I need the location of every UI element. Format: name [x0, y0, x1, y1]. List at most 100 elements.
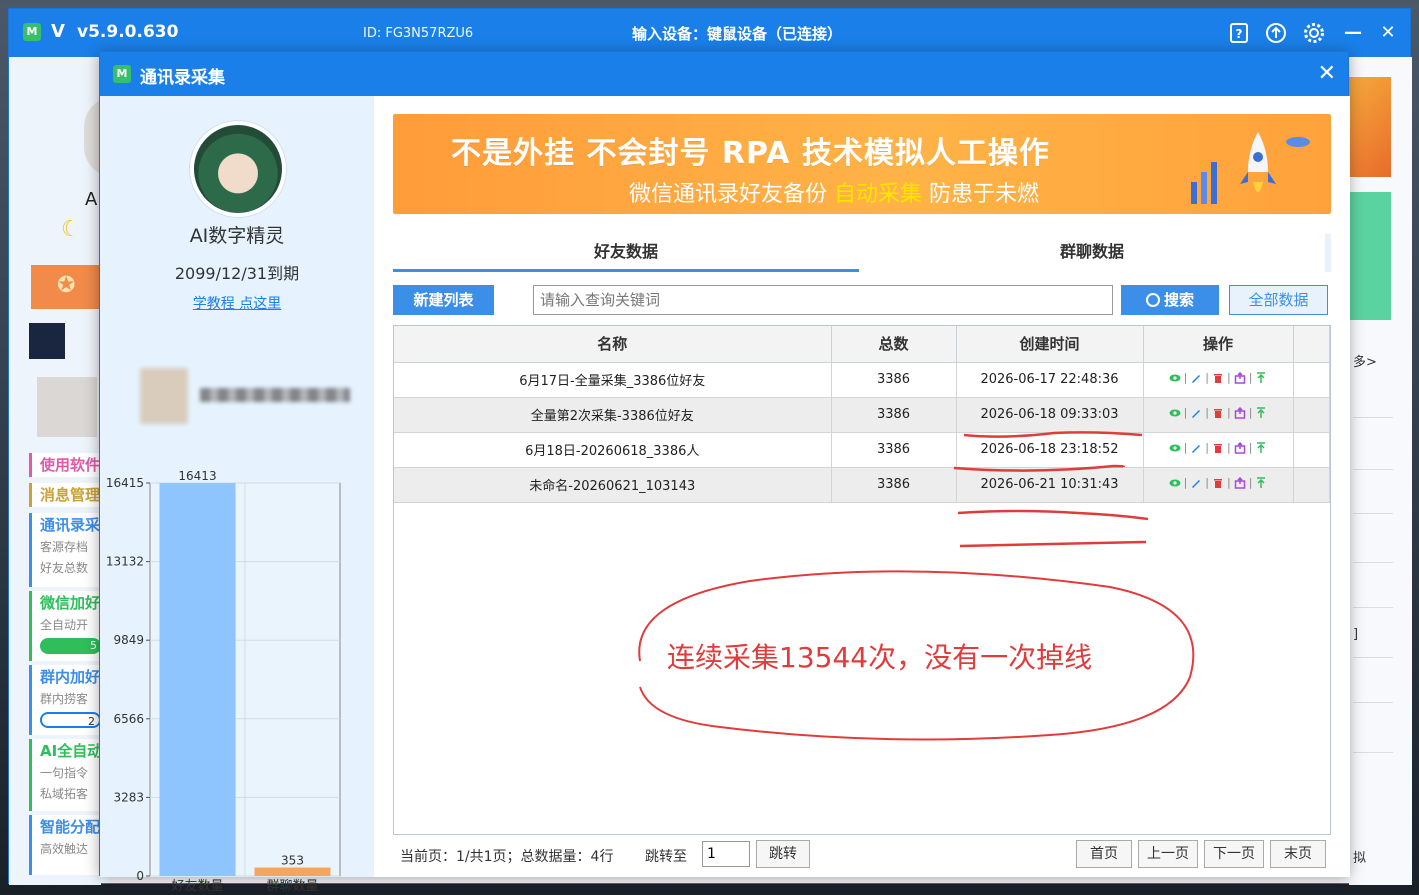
dialog-logo-icon: M: [113, 65, 131, 83]
next-page-button[interactable]: 下一页: [1204, 840, 1264, 868]
sidebar-item-smart-assign[interactable]: 智能分配 高效触达: [29, 815, 101, 875]
right-fragment-text: ]: [1353, 627, 1359, 642]
export-icon[interactable]: [1234, 371, 1246, 384]
stats-chart: 0 3283 6566 9849 13132 16415 16413 好友数量 353 群聊数量: [100, 469, 374, 894]
cell-created: 2026-06-17 22:48:36: [956, 362, 1144, 398]
account-thumbnail-blurred[interactable]: [37, 377, 97, 437]
sidebar-item-message[interactable]: 消息管理: [29, 483, 101, 507]
cell-created: 2026-06-18 09:33:03: [956, 397, 1144, 433]
chart-bar: [159, 483, 236, 876]
search-icon: [1145, 293, 1160, 307]
sidebar-item-add-friends[interactable]: 微信加好 全自动开 5: [29, 591, 101, 661]
search-button-label: 搜索: [1163, 291, 1194, 309]
promo-fragment[interactable]: [1349, 192, 1391, 320]
moon-icon: ☾: [61, 217, 81, 242]
edit-pencil-icon[interactable]: [1190, 407, 1202, 419]
edit-pencil-icon[interactable]: [1190, 372, 1202, 384]
cell-total: 3386: [831, 432, 957, 468]
new-list-button[interactable]: 新建列表: [393, 285, 494, 315]
chart-bar: [254, 867, 331, 876]
table-row[interactable]: 6月18日-20260618_3386人 3386 2026-06-18 23:…: [394, 432, 1330, 468]
col-header-total: 总数: [831, 326, 957, 363]
main-user-initial: A: [85, 189, 98, 210]
first-page-button[interactable]: 首页: [1076, 840, 1132, 868]
tab-group-data[interactable]: 群聊数据: [859, 234, 1325, 272]
bar-value-label: 353: [281, 854, 304, 868]
table-row[interactable]: 6月17日-全量采集_3386位好友 3386 2026-06-17 22:48…: [394, 362, 1330, 398]
close-icon[interactable]: ✕: [1377, 22, 1399, 44]
cell-total: 3386: [831, 362, 957, 398]
col-header-actions: 操作: [1143, 326, 1294, 363]
view-eye-icon[interactable]: [1169, 442, 1181, 454]
edit-pencil-icon[interactable]: [1190, 442, 1202, 454]
upload-top-icon[interactable]: [1255, 477, 1267, 489]
jump-button[interactable]: 跳转: [756, 840, 810, 868]
cell-actions: | | | |: [1143, 362, 1294, 398]
delete-trash-icon[interactable]: [1212, 477, 1224, 489]
banner-fragment: [1349, 77, 1391, 177]
more-link[interactable]: 多>: [1353, 351, 1377, 370]
sidebar-item-ai-auto[interactable]: AI全自动 一句指令 私域拓客: [29, 739, 101, 811]
help-icon[interactable]: ?: [1228, 22, 1250, 44]
view-eye-icon[interactable]: [1169, 477, 1181, 489]
col-header-name: 名称: [394, 326, 832, 363]
y-tick-label: 13132: [106, 555, 144, 569]
main-sidebar: A ☾ ✪ 使用软件 消息管理 通讯录采 客源存档 好友总数 微信加好 全自动开…: [9, 57, 114, 885]
delete-trash-icon[interactable]: [1212, 442, 1224, 454]
search-input[interactable]: [533, 285, 1113, 315]
profile-expire-date: 2099/12/31到期: [174, 264, 300, 283]
last-page-button[interactable]: 末页: [1270, 840, 1326, 868]
main-right-panel: 多> ] 拟: [1349, 57, 1412, 885]
upgrade-icon[interactable]: [1265, 22, 1287, 44]
export-icon[interactable]: [1234, 476, 1246, 489]
cell-created: 2026-06-18 23:18:52: [956, 432, 1144, 468]
sidebar-item-label: AI全自动: [40, 742, 101, 760]
upload-top-icon[interactable]: [1255, 372, 1267, 384]
dialog-close-icon[interactable]: ✕: [1318, 61, 1336, 86]
minimize-icon[interactable]: —: [1342, 22, 1364, 44]
y-tick-label: 3283: [113, 790, 144, 804]
x-category-label: 好友数量: [171, 878, 223, 894]
y-tick-label: 16415: [106, 476, 144, 490]
cell-created: 2026-06-21 10:31:43: [956, 467, 1144, 503]
sidebar-item-desc: 客源存档: [40, 540, 89, 554]
page-info: 当前页：1/共1页；总数据量：4行: [400, 849, 614, 865]
export-icon[interactable]: [1234, 441, 1246, 454]
sidebar-item-desc: 群内捞客: [40, 692, 89, 706]
progress-bar: 2: [40, 712, 101, 728]
cell-name: 未命名-20260621_103143: [394, 467, 832, 503]
all-data-button[interactable]: 全部数据: [1229, 285, 1328, 315]
search-button[interactable]: 搜索: [1121, 285, 1219, 315]
tutorial-link[interactable]: 学教程 点这里: [100, 293, 374, 313]
prev-page-button[interactable]: 上一页: [1138, 840, 1198, 868]
account-thumbnail[interactable]: [29, 323, 65, 359]
sidebar-item-desc: 一句指令: [40, 766, 89, 780]
bar-value-label: 16413: [178, 471, 216, 483]
tab-friend-data[interactable]: 好友数据: [393, 234, 859, 272]
y-tick-label: 0: [136, 869, 144, 883]
edit-pencil-icon[interactable]: [1190, 477, 1202, 489]
view-eye-icon[interactable]: [1169, 372, 1181, 384]
delete-trash-icon[interactable]: [1212, 407, 1224, 419]
upload-top-icon[interactable]: [1255, 442, 1267, 454]
sidebar-item-software[interactable]: 使用软件: [29, 453, 101, 477]
app-version: v5.9.0.630: [77, 22, 179, 42]
view-eye-icon[interactable]: [1169, 407, 1181, 419]
upload-top-icon[interactable]: [1255, 407, 1267, 419]
cell-actions: | | | |: [1143, 432, 1294, 468]
app-logo-icon: M: [23, 23, 41, 41]
device-id: ID: FG3N57RZU6: [363, 26, 474, 41]
sidebar-item-contacts[interactable]: 通讯录采 客源存档 好友总数: [29, 513, 101, 587]
sidebar-item-label: 消息管理: [40, 486, 101, 504]
sidebar-item-label: 通讯录采: [40, 516, 101, 534]
vip-badge-icon: ✪: [57, 273, 76, 298]
jump-page-input[interactable]: [702, 841, 750, 867]
sidebar-item-group-add[interactable]: 群内加好 群内捞客 2: [29, 665, 101, 735]
export-icon[interactable]: [1234, 406, 1246, 419]
svg-text:?: ?: [1236, 27, 1243, 41]
delete-trash-icon[interactable]: [1212, 372, 1224, 384]
table-row[interactable]: 全量第2次采集-3386位好友 3386 2026-06-18 09:33:03…: [394, 397, 1330, 433]
table-row[interactable]: 未命名-20260621_103143 3386 2026-06-21 10:3…: [394, 467, 1330, 503]
settings-gear-icon[interactable]: [1303, 22, 1325, 44]
banner-subline-text: 防患于未燃: [922, 182, 1040, 207]
